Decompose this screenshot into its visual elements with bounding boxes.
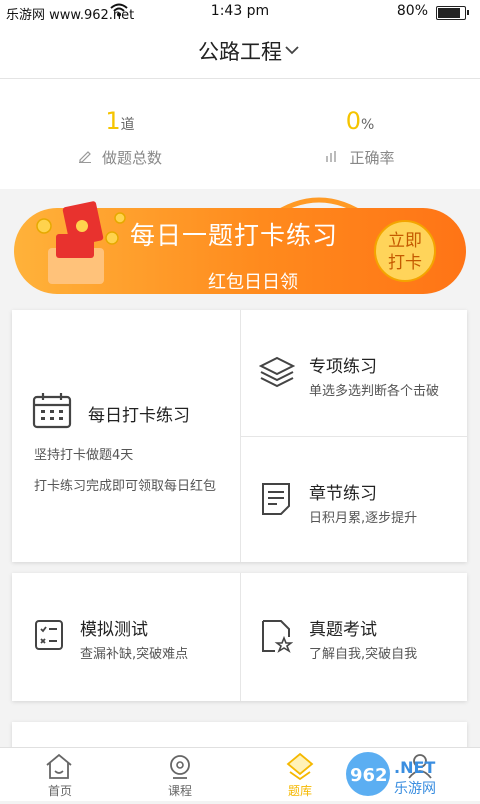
layers-icon (258, 355, 296, 393)
tab-home-label: 首页 (47, 784, 72, 798)
daily-practice-cell[interactable]: 每日打卡练习 坚持打卡做题4天 打卡练习完成即可领取每日红包 (12, 310, 240, 562)
answered-label: 做题总数 (101, 149, 162, 167)
exam-card: 模拟测试 查漏补缺,突破难点 真题考试 了解自我,突破自我 (12, 573, 467, 701)
daily-reward-text: 打卡练习完成即可领取每日红包 (34, 479, 217, 494)
special-practice-cell[interactable]: 专项练习 单选多选判断各个击破 (241, 310, 467, 436)
accuracy-stat: 0% 正确率 (240, 107, 480, 168)
daily-checkin-banner[interactable]: 每日一题打卡练习 红包日日领 立即 打卡 (12, 190, 468, 300)
chevron-down-icon[interactable] (285, 40, 299, 59)
mock-test-subtitle: 查漏补缺,突破难点 (80, 647, 189, 662)
battery-icon (436, 6, 469, 20)
tab-home[interactable]: 首页 (0, 748, 120, 801)
real-exam-title: 真题考试 (309, 620, 377, 640)
document-star-icon (261, 619, 294, 657)
mock-test-title: 模拟测试 (80, 620, 148, 640)
status-bar: 乐游网 www.962.net 1:43 pm 80% (0, 0, 480, 24)
mock-test-cell[interactable]: 模拟测试 查漏补缺,突破难点 (12, 573, 240, 701)
red-envelope-gift-icon (36, 201, 126, 284)
special-practice-subtitle: 单选多选判断各个击破 (309, 384, 440, 399)
home-icon (46, 753, 72, 779)
accuracy-value: 0 (345, 107, 361, 135)
answered-stat: 1道 做题总数 (0, 107, 240, 168)
real-exam-subtitle: 了解自我,突破自我 (309, 647, 418, 662)
header: 公路工程 (0, 24, 480, 79)
question-bank-icon (286, 752, 314, 780)
svg-text:.NET: .NET (394, 758, 435, 777)
tab-course[interactable]: 课程 (120, 748, 240, 801)
chapter-practice-subtitle: 日积月累,逐步提升 (309, 511, 418, 526)
real-exam-cell[interactable]: 真题考试 了解自我,突破自我 (241, 573, 467, 701)
chapter-practice-cell[interactable]: 章节练习 日积月累,逐步提升 (241, 437, 467, 562)
watermark-logo: 962 .NET 乐游网 (342, 748, 480, 800)
checkin-now-button[interactable]: 立即 打卡 (374, 220, 436, 282)
battery-percent: 80% (396, 3, 428, 19)
answered-unit: 道 (120, 117, 135, 133)
document-icon (261, 482, 291, 520)
checklist-icon (34, 619, 64, 655)
pencil-icon (78, 149, 92, 167)
practice-card: 每日打卡练习 坚持打卡做题4天 打卡练习完成即可领取每日红包 专项练习 单选多选… (12, 310, 467, 562)
stats-panel: 1道 做题总数 0% 正确率 (0, 79, 480, 189)
chapter-practice-title: 章节练习 (309, 484, 377, 504)
banner-subtitle: 红包日日领 (208, 272, 298, 293)
banner-title: 每日一题打卡练习 (130, 221, 339, 250)
course-icon (170, 755, 190, 779)
special-practice-title: 专项练习 (309, 357, 377, 377)
daily-practice-title: 每日打卡练习 (88, 406, 190, 426)
bar-chart-icon (325, 149, 339, 167)
svg-text:962: 962 (350, 765, 388, 786)
checkin-button-line1: 立即 (388, 231, 422, 251)
daily-streak-text: 坚持打卡做题4天 (34, 448, 134, 463)
accuracy-unit: % (360, 117, 375, 133)
checkin-button-line2: 打卡 (388, 253, 422, 273)
tab-course-label: 课程 (167, 784, 192, 798)
accuracy-label: 正确率 (349, 149, 395, 167)
page-title[interactable]: 公路工程 (0, 36, 480, 66)
svg-text:乐游网: 乐游网 (394, 781, 436, 797)
answered-count: 1 (105, 107, 121, 135)
calendar-icon (32, 392, 72, 434)
